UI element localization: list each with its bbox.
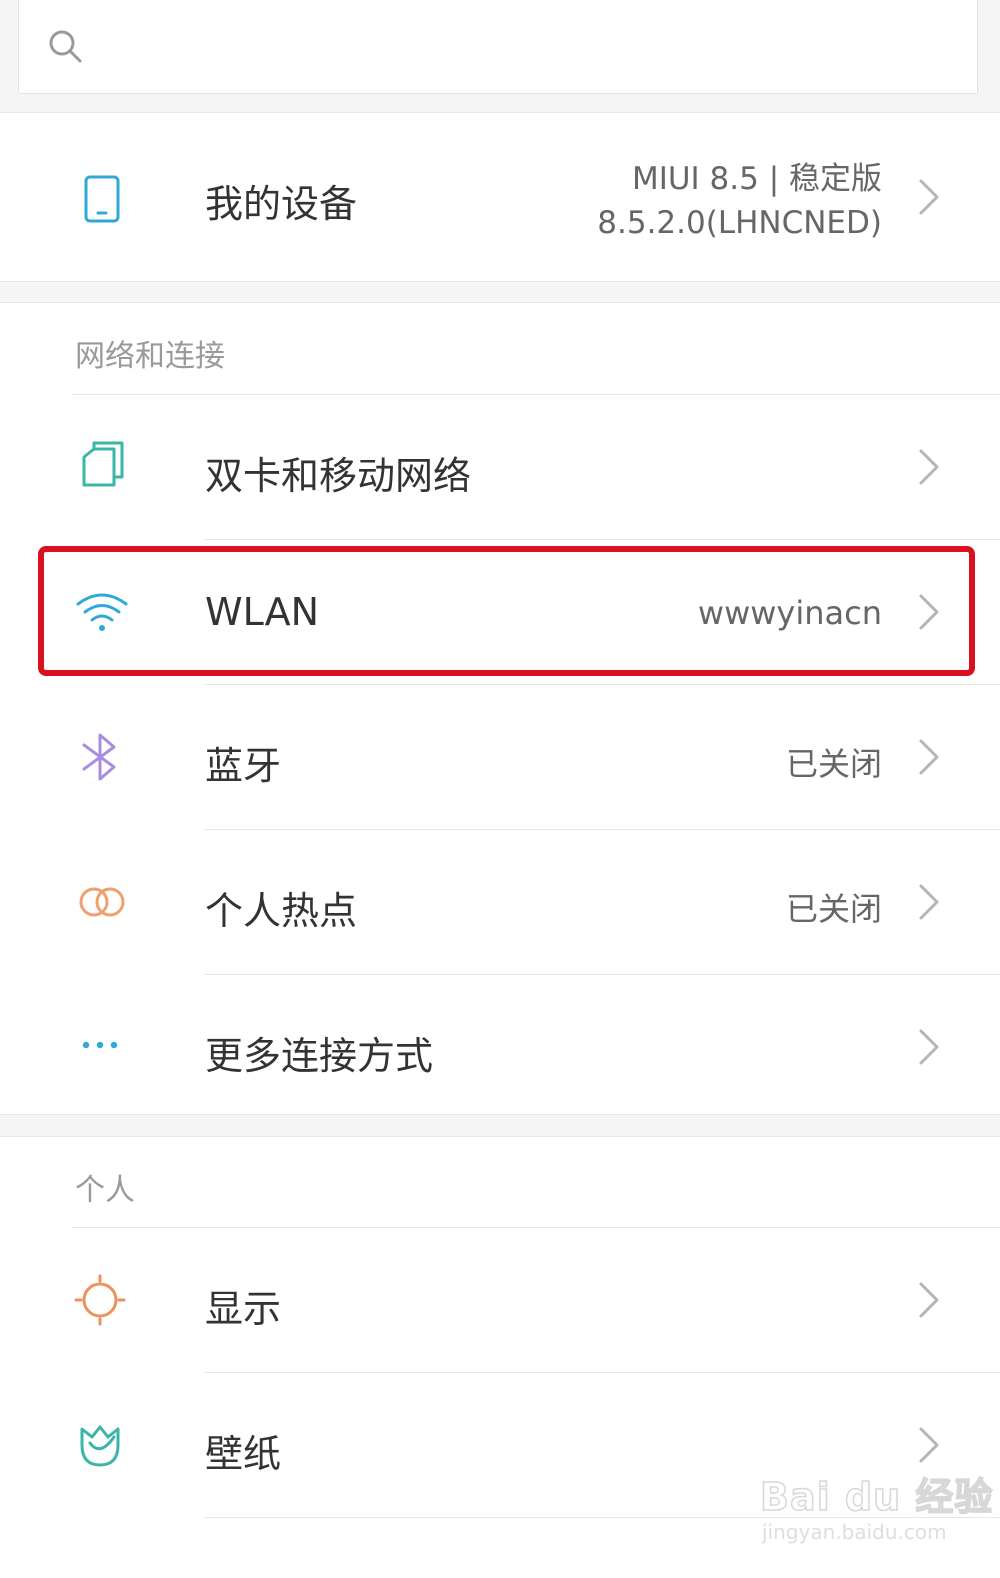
chevron-right-icon — [919, 1282, 939, 1318]
display-sun-icon — [74, 1274, 126, 1326]
wifi-icon — [76, 593, 128, 631]
hotspot-icon — [79, 887, 125, 917]
network-section: 网络和连接 双卡和移动网络 WLAN wwwyinacn 蓝牙 已关闭 个人热点… — [0, 302, 1000, 1115]
my-device-row[interactable]: 我的设备 MIUI 8.5 | 稳定版 8.5.2.0(LHNCNED) — [0, 113, 1000, 283]
more-dots-icon — [82, 1041, 118, 1049]
chevron-right-icon — [919, 739, 939, 775]
baidu-watermark: Bai du 经验 jingyan.baidu.com — [759, 1458, 993, 1558]
more-connections-label: 更多连接方式 — [205, 1034, 434, 1078]
hotspot-value: 已关闭 — [785, 890, 882, 928]
chevron-right-icon — [919, 449, 939, 485]
wlan-value: wwwyinacn — [697, 594, 882, 632]
chevron-right-icon — [919, 594, 939, 630]
bluetooth-value: 已关闭 — [785, 745, 882, 783]
search-box[interactable] — [18, 0, 978, 94]
wallpaper-tulip-icon — [80, 1425, 120, 1467]
row-display[interactable]: 显示 — [0, 1228, 1000, 1373]
wlan-label: WLAN — [205, 590, 320, 634]
my-device-label: 我的设备 — [205, 182, 358, 226]
hotspot-label: 个人热点 — [205, 889, 358, 933]
network-section-title: 网络和连接 — [75, 339, 225, 374]
device-version-line1: MIUI 8.5 | 稳定版 — [631, 161, 882, 197]
dual-sim-icon — [82, 441, 124, 487]
row-wlan[interactable]: WLAN wwwyinacn — [0, 540, 1000, 685]
watermark-sub-text: jingyan.baidu.com — [762, 1520, 947, 1544]
search-input[interactable] — [109, 22, 949, 72]
row-hotspot[interactable]: 个人热点 已关闭 — [0, 830, 1000, 975]
row-bluetooth[interactable]: 蓝牙 已关闭 — [0, 685, 1000, 830]
search-area — [0, 0, 1000, 112]
device-version-line2: 8.5.2.0(LHNCNED) — [597, 205, 882, 241]
display-label: 显示 — [205, 1287, 282, 1331]
row-more-connections[interactable]: 更多连接方式 — [0, 975, 1000, 1116]
phone-icon — [84, 175, 120, 223]
personal-section-title: 个人 — [75, 1173, 135, 1208]
bluetooth-label: 蓝牙 — [205, 744, 282, 788]
my-device-card: 我的设备 MIUI 8.5 | 稳定版 8.5.2.0(LHNCNED) — [0, 112, 1000, 282]
search-icon — [49, 30, 82, 63]
chevron-right-icon — [919, 179, 939, 215]
watermark-main-text: Bai du 经验 — [759, 1474, 994, 1520]
row-dual-sim[interactable]: 双卡和移动网络 — [0, 395, 1000, 540]
bluetooth-icon — [82, 733, 116, 781]
dual-sim-label: 双卡和移动网络 — [205, 454, 472, 498]
chevron-right-icon — [919, 1029, 939, 1065]
wallpaper-label: 壁纸 — [205, 1432, 282, 1476]
chevron-right-icon — [919, 884, 939, 920]
